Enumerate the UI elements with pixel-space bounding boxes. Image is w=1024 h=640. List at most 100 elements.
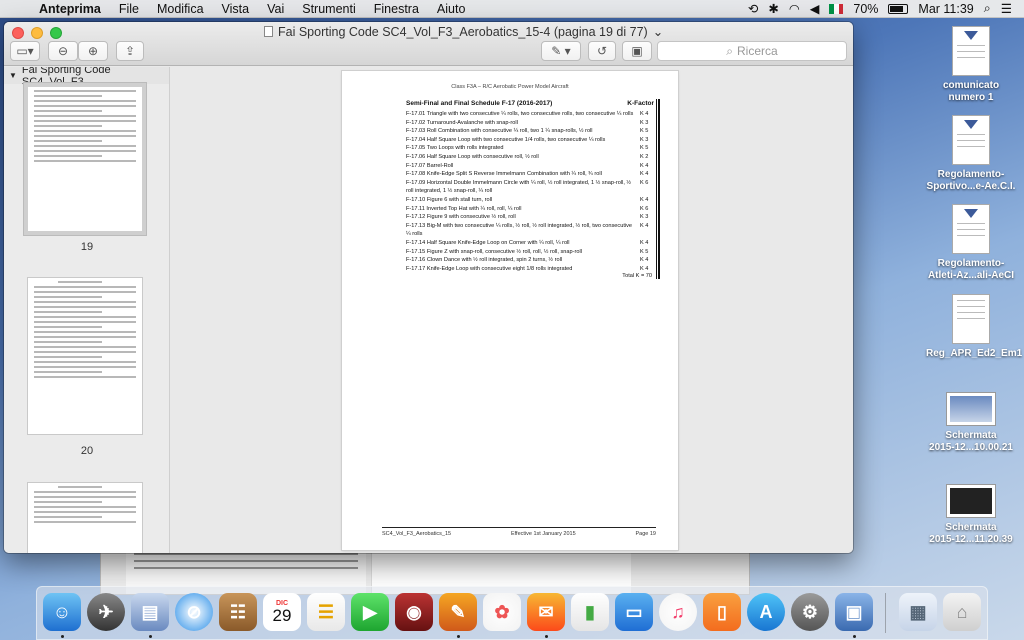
table-row: F-17.05 Two Loops with rolls integrated K… <box>406 144 654 153</box>
figure-description: F-17.06 Half Square Loop with consecutiv… <box>406 153 539 160</box>
menu-edit[interactable]: Modifica <box>148 2 213 16</box>
rotate-button[interactable]: ↺ <box>588 41 616 61</box>
wifi-icon[interactable]: ◠ <box>789 1 800 16</box>
pages-icon[interactable]: ✎ <box>439 593 477 631</box>
figure-description: F-17.05 Two Loops with rolls integrated <box>406 145 504 152</box>
figure-description: F-17.01 Triangle with two consecutive ¼ … <box>406 111 634 117</box>
table-row: F-17.09 Horizontal Double Immelmann Circ… <box>406 179 654 196</box>
chevron-down-icon[interactable]: ⌄ <box>653 24 663 39</box>
zoom-out-button[interactable]: ⊖ <box>48 41 78 61</box>
table-row: F-17.08 Knife-Edge Split S Reverse Immel… <box>406 170 654 179</box>
contacts-icon[interactable]: ☷ <box>219 593 257 631</box>
app-store-icon[interactable]: A <box>747 593 785 631</box>
disclosure-triangle-icon[interactable]: ▼ <box>9 71 17 80</box>
menu-file[interactable]: File <box>110 2 148 16</box>
table-header: Semi-Final and Final Schedule F-17 (2016… <box>406 100 654 107</box>
photos-icon[interactable]: ✿ <box>483 593 521 631</box>
page-thumbnail-19[interactable] <box>28 87 142 231</box>
document-icon <box>952 294 990 344</box>
figure-description: F-17.07 Barrel-Roll <box>406 162 454 169</box>
trash-icon[interactable]: ⌂ <box>943 593 981 631</box>
calendar-icon[interactable]: DIC 29 <box>263 593 301 631</box>
app-menu[interactable]: Anteprima <box>30 2 110 16</box>
desktop-screenshot-2[interactable]: Schermata 2015-12...11.20.39 <box>926 476 1016 546</box>
desktop-file-regolamento-atleti[interactable]: Regolamento- Atleti-Az...ali-AeCI <box>926 204 1016 282</box>
clock[interactable]: Mar 11:39 <box>918 2 973 16</box>
figure-description: F-17.02 Turnaround-Avalanche with snap-r… <box>406 119 518 126</box>
itunes-icon[interactable]: ♫ <box>659 593 697 631</box>
ibooks-icon[interactable]: ▯ <box>703 593 741 631</box>
footer-effective-date: Effective 1st January 2015 <box>510 531 576 537</box>
zoom-in-button[interactable]: ⊕ <box>78 41 108 61</box>
search-icon: ⌕ <box>726 43 734 58</box>
schedule-table: Semi-Final and Final Schedule F-17 (2016… <box>406 100 654 279</box>
document-icon <box>264 26 273 37</box>
menu-help[interactable]: Aiuto <box>428 2 475 16</box>
fullscreen-button[interactable] <box>50 27 62 39</box>
figure-description: F-17.15 Figure Z with snap-roll, consecu… <box>406 248 582 255</box>
page-thumbnail-20[interactable] <box>28 278 142 434</box>
ibooks-author-icon[interactable]: ✉ <box>527 593 565 631</box>
menu-window[interactable]: Finestra <box>365 2 428 16</box>
numbers-icon[interactable]: ▮ <box>571 593 609 631</box>
k-factor-value: K 4 <box>640 171 649 178</box>
k-factor-value: K 3 <box>640 119 649 126</box>
menu-go[interactable]: Vai <box>258 2 293 16</box>
sidebar-doc-name: Fai Sporting Code SC4_Vol_F3_... <box>21 67 111 88</box>
table-row: F-17.17 Knife-Edge Loop with consecutive… <box>406 265 654 274</box>
footer-divider <box>382 527 656 528</box>
finder-icon[interactable]: ☺ <box>43 593 81 631</box>
launchpad-icon[interactable]: ✈ <box>87 593 125 631</box>
document-view[interactable]: Class F3A – R/C Aerobatic Power Model Ai… <box>171 67 853 553</box>
preview-app-icon[interactable]: ▤ <box>131 593 169 631</box>
menu-view[interactable]: Vista <box>213 2 259 16</box>
k-factor-value: K 2 <box>640 153 649 160</box>
volume-icon[interactable]: ◀ <box>810 1 820 16</box>
photo-booth-icon[interactable]: ◉ <box>395 593 433 631</box>
menu-bar: Anteprima File Modifica Vista Vai Strume… <box>0 0 1024 18</box>
italian-flag-icon[interactable] <box>829 3 844 14</box>
sidebar-header[interactable]: ▼ Fai Sporting Code SC4_Vol_F3_... <box>4 67 169 88</box>
k-factor-value: K 4 <box>640 257 649 264</box>
footer-doc-name: SC4_Vol_F3_Aerobatics_15 <box>382 531 452 537</box>
toolbox-icon[interactable]: ▣ <box>622 41 652 61</box>
preview-icon[interactable]: ▣ <box>835 593 873 631</box>
search-field[interactable]: ⌕ Ricerca <box>657 41 847 61</box>
pdf-page[interactable]: Class F3A – R/C Aerobatic Power Model Ai… <box>342 71 678 550</box>
sidebar-toggle-button[interactable]: ▭▾ <box>10 41 40 61</box>
minimize-button[interactable] <box>31 27 43 39</box>
desktop-screenshot-1[interactable]: Schermata 2015-12...10.00.21 <box>926 384 1016 454</box>
table-row: F-17.03 Roll Combination with consecutiv… <box>406 127 654 136</box>
reminders-icon[interactable]: ☰ <box>307 593 345 631</box>
table-row: F-17.15 Figure Z with snap-roll, consecu… <box>406 248 654 257</box>
footer-page-number: Page 19 <box>635 531 656 537</box>
notification-center-icon[interactable]: ☰ <box>1001 1 1012 16</box>
title-bar: Fai Sporting Code SC4_Vol_F3_Aerobatics_… <box>4 22 853 66</box>
figure-description: F-17.16 Clown Dance with ½ roll integrat… <box>406 257 563 264</box>
window-title: Fai Sporting Code SC4_Vol_F3_Aerobatics_… <box>264 24 663 39</box>
battery-icon[interactable] <box>888 3 909 14</box>
total-k: Total K = 70 <box>622 273 652 280</box>
safari-icon[interactable]: ⊘ <box>175 593 213 631</box>
desktop-file-regolamento-sportivo[interactable]: Regolamento- Sportivo...e-Ae.C.I. <box>926 115 1016 193</box>
pdf-document-icon <box>952 204 990 254</box>
system-preferences-icon[interactable]: ⚙ <box>791 593 829 631</box>
time-machine-icon[interactable]: ⟲ <box>748 1 758 16</box>
bluetooth-icon[interactable]: ✱ <box>768 1 778 16</box>
close-button[interactable] <box>12 27 24 39</box>
battery-percent: 70% <box>853 1 879 16</box>
k-factor-value: K 5 <box>640 128 649 135</box>
keynote-icon[interactable]: ▭ <box>615 593 653 631</box>
markup-button[interactable]: ✎ ▾ <box>541 41 581 61</box>
downloads-stack-icon[interactable]: ▦ <box>899 593 937 631</box>
spotlight-search-icon[interactable]: ⌕ <box>984 1 991 16</box>
table-row: F-17.01 Triangle with two consecutive ¼ … <box>406 110 654 119</box>
facetime-icon[interactable]: ▶ <box>351 593 389 631</box>
desktop-file-comunicato[interactable]: comunicato numero 1 <box>926 26 1016 104</box>
desktop-file-reg-apr[interactable]: Reg_APR_Ed2_Em1 <box>926 294 1022 360</box>
dock: ☺ ✈ ▤ ⊘ ☷ DIC 29 ☰ ▶ ◉ ✎ ✿ ✉ ▮ ▭ ♫ ▯ A ⚙… <box>36 586 988 640</box>
figure-description: F-17.11 Inverted Top Hat with ¼ roll, ro… <box>406 205 522 212</box>
share-button[interactable]: ⇪ <box>116 41 144 61</box>
page-thumbnail-21[interactable] <box>28 483 142 553</box>
menu-tools[interactable]: Strumenti <box>293 2 365 16</box>
